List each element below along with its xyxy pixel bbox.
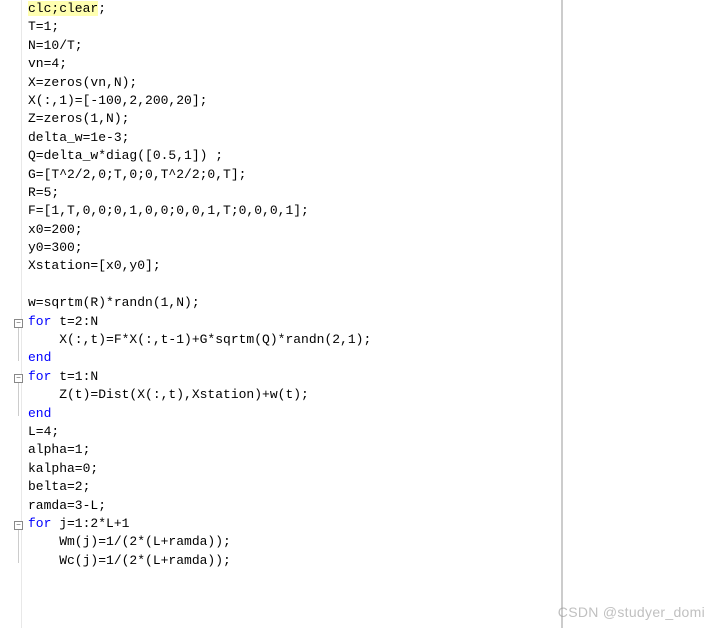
fold-line	[18, 383, 19, 416]
code-line: x0=200;	[28, 221, 561, 239]
code-line: end	[28, 349, 561, 367]
code-line: clc;clear;	[28, 0, 561, 18]
code-line: Xstation=[x0,y0];	[28, 257, 561, 275]
fold-line	[18, 530, 19, 563]
code-line: T=1;	[28, 18, 561, 36]
fold-line	[18, 328, 19, 361]
fold-toggle[interactable]: −	[14, 521, 23, 530]
code-line: X=zeros(vn,N);	[28, 74, 561, 92]
code-line: kalpha=0;	[28, 460, 561, 478]
code-line: for t=1:N	[28, 368, 561, 386]
code-area: clc;clear;T=1;N=10/T;vn=4;X=zeros(vn,N);…	[22, 0, 561, 628]
right-panel	[562, 0, 715, 628]
code-line: ramda=3-L;	[28, 497, 561, 515]
code-line: X(:,1)=[-100,2,200,20];	[28, 92, 561, 110]
code-line: F=[1,T,0,0;0,1,0,0;0,0,1,T;0,0,0,1];	[28, 202, 561, 220]
code-line: X(:,t)=F*X(:,t-1)+G*sqrtm(Q)*randn(2,1);	[28, 331, 561, 349]
code-line: Z=zeros(1,N);	[28, 110, 561, 128]
code-line: G=[T^2/2,0;T,0;0,T^2/2;0,T];	[28, 166, 561, 184]
code-line: Wc(j)=1/(2*(L+ramda));	[28, 552, 561, 570]
code-line: delta_w=1e-3;	[28, 129, 561, 147]
code-line: N=10/T;	[28, 37, 561, 55]
fold-toggle[interactable]: −	[14, 374, 23, 383]
code-line: end	[28, 405, 561, 423]
fold-toggle[interactable]: −	[14, 319, 23, 328]
code-line: y0=300;	[28, 239, 561, 257]
code-line: Z(t)=Dist(X(:,t),Xstation)+w(t);	[28, 386, 561, 404]
code-line: R=5;	[28, 184, 561, 202]
code-line: Wm(j)=1/(2*(L+ramda));	[28, 533, 561, 551]
watermark: CSDN @studyer_domi	[558, 604, 705, 620]
code-editor: clc;clear;T=1;N=10/T;vn=4;X=zeros(vn,N);…	[0, 0, 562, 628]
code-line: alpha=1;	[28, 441, 561, 459]
code-line: Q=delta_w*diag([0.5,1]) ;	[28, 147, 561, 165]
code-line: w=sqrtm(R)*randn(1,N);	[28, 294, 561, 312]
code-line: L=4;	[28, 423, 561, 441]
code-line	[28, 276, 561, 294]
code-line: for j=1:2*L+1	[28, 515, 561, 533]
code-line: vn=4;	[28, 55, 561, 73]
code-line: belta=2;	[28, 478, 561, 496]
code-line: for t=2:N	[28, 313, 561, 331]
